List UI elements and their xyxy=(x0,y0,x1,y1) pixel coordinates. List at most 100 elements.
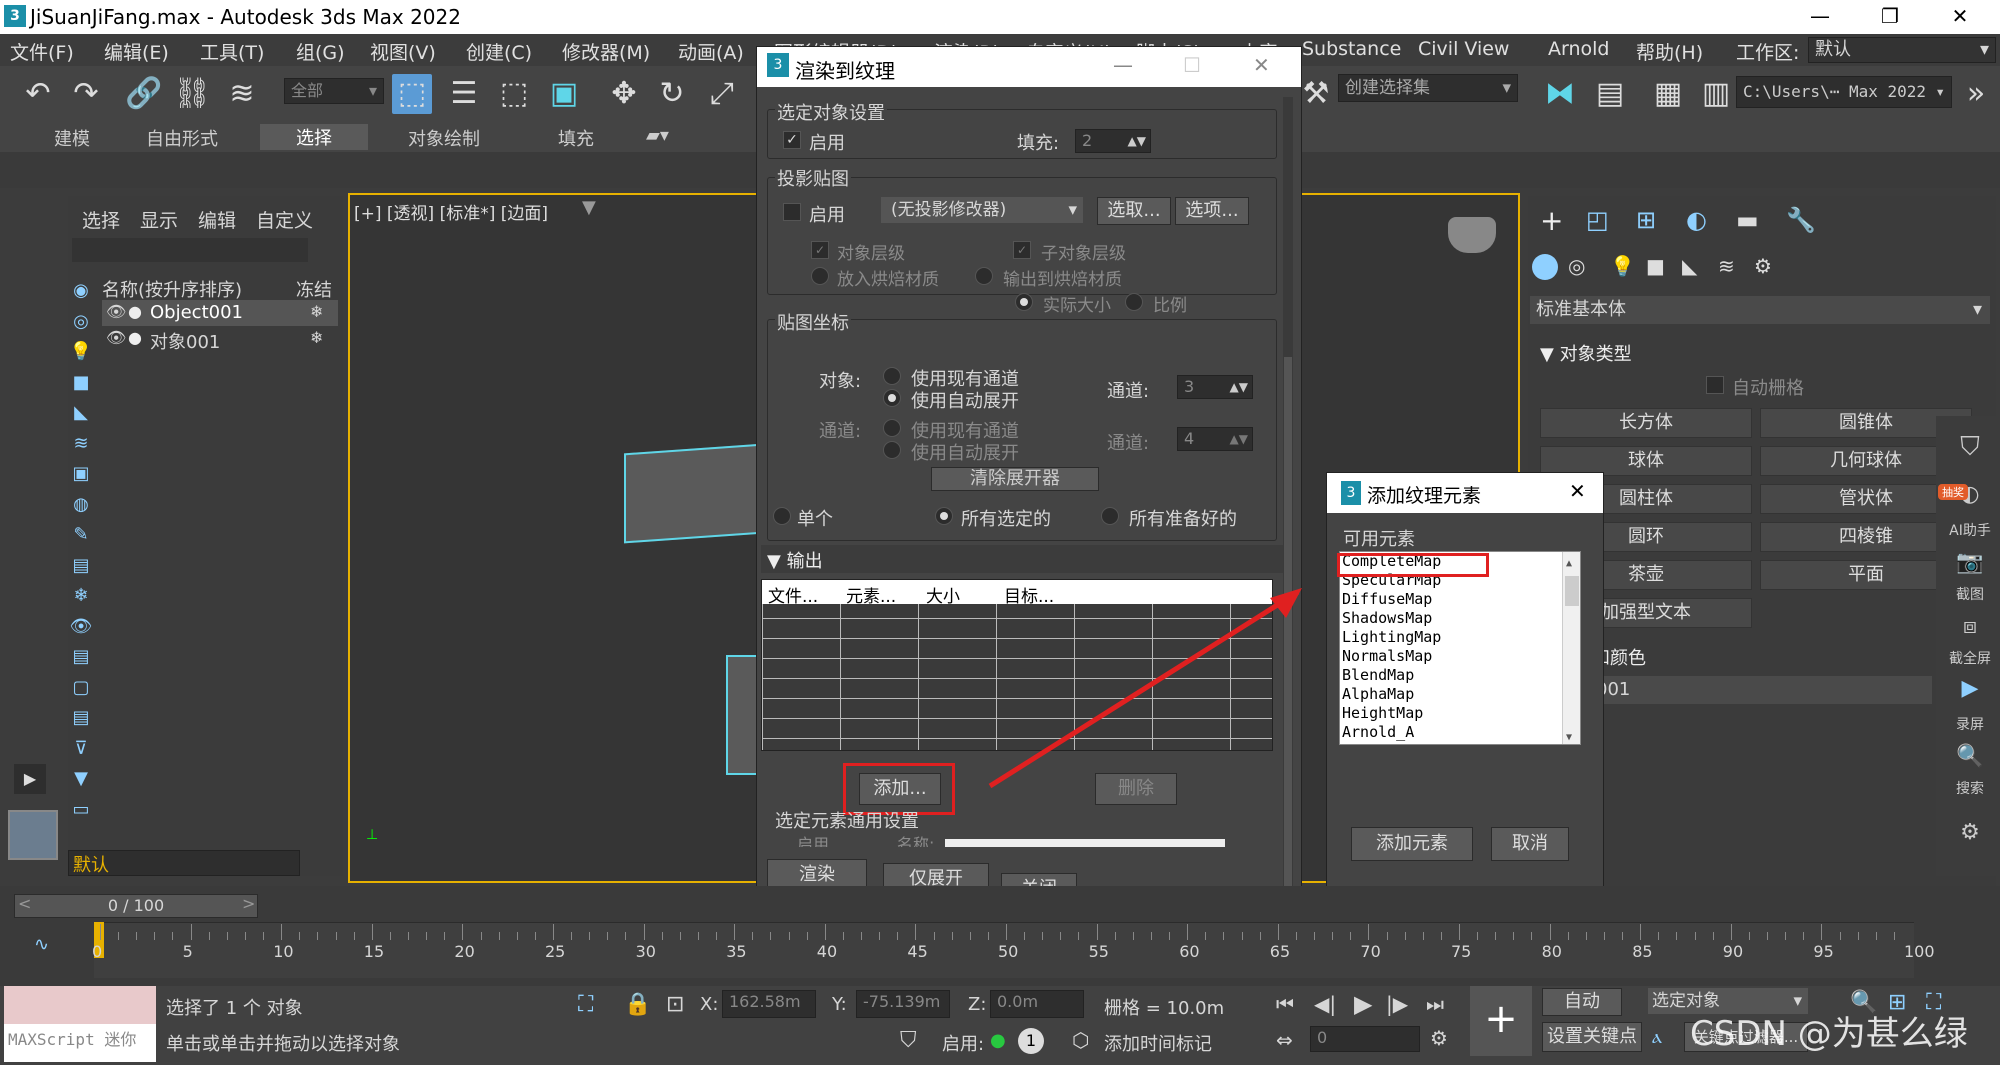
cancel-button[interactable]: 取消 xyxy=(1491,827,1569,861)
screenshot-icon[interactable]: ⧈ xyxy=(1940,614,2000,639)
menu-file[interactable]: 文件(F) xyxy=(10,38,74,65)
ribbon-options-icon[interactable]: ▰▾ xyxy=(646,125,669,146)
se-col-freeze[interactable]: 冻结 xyxy=(296,276,332,302)
selection-set-dropdown[interactable]: 创建选择集 ▾ xyxy=(1338,74,1518,102)
set-key-icon[interactable]: + xyxy=(1470,986,1532,1056)
auto-key-button[interactable]: 自动 xyxy=(1542,988,1622,1016)
box-button[interactable]: 长方体 xyxy=(1540,408,1752,438)
add-element-confirm-button[interactable]: 添加元素 xyxy=(1351,827,1473,861)
layer-icon[interactable]: ▭ xyxy=(68,795,94,826)
isolate-icon[interactable]: ⛶ xyxy=(578,992,593,1017)
time-tag-icon[interactable]: ⬡ xyxy=(1072,1028,1089,1052)
counter-badge[interactable]: 1 xyxy=(1018,1028,1044,1054)
clear-unwrap-button[interactable]: 清除展开器 xyxy=(931,467,1099,491)
geometry-filter-icon[interactable]: ◉ xyxy=(68,276,94,307)
record-label[interactable]: 录屏 xyxy=(1940,714,2000,734)
projection-enable-checkbox[interactable] xyxy=(783,203,801,221)
autogrid-checkbox[interactable] xyxy=(1706,376,1724,394)
workspace-dropdown[interactable]: 默认 ▾ xyxy=(1808,37,1996,63)
eye-icon[interactable]: 👁 xyxy=(106,302,126,321)
render-icon[interactable]: ● xyxy=(128,328,142,347)
camera-filter-icon[interactable]: ■ xyxy=(68,368,94,399)
se-menu-display[interactable]: 显示 xyxy=(140,206,178,233)
minimize-button[interactable]: — xyxy=(1113,53,1133,77)
x-coordinate-field[interactable]: 162.58m xyxy=(722,990,816,1018)
maxscript-input[interactable]: MAXScript 迷你 xyxy=(4,1024,156,1062)
set-key-button[interactable]: 设置关键点 xyxy=(1542,1022,1642,1052)
shield-icon[interactable]: ⛉ xyxy=(1940,432,2000,463)
elements-listbox[interactable]: CompleteMap SpecularMap DiffuseMap Shado… xyxy=(1339,551,1581,745)
utilities-tab-icon[interactable]: 🔧 xyxy=(1786,206,1816,234)
menu-civil-view[interactable]: Civil View xyxy=(1418,38,1509,60)
scroll-down-icon[interactable]: ▼ xyxy=(1566,728,1572,744)
single-radio[interactable] xyxy=(773,507,791,525)
group-filter-icon[interactable]: ▣ xyxy=(68,459,94,490)
object-level-checkbox[interactable]: ✓ xyxy=(811,241,829,259)
use-auto-unwrap-radio-2[interactable] xyxy=(883,441,901,459)
se-row-object001[interactable]: 👁 ● Object001 ❄ xyxy=(102,300,338,326)
output-rollout-header[interactable]: ▼ 输出 xyxy=(761,545,1287,573)
use-auto-unwrap-radio[interactable] xyxy=(883,389,901,407)
category-dropdown[interactable]: 标准基本体 ▾ xyxy=(1530,296,1990,324)
list-item[interactable]: DiffuseMap xyxy=(1340,590,1580,609)
cameras-category-icon[interactable]: ■ xyxy=(1646,254,1665,278)
overflow-icon[interactable]: » xyxy=(1956,74,1996,114)
systems-category-icon[interactable]: ⚙ xyxy=(1754,254,1772,278)
bone-filter-icon[interactable]: ✎ xyxy=(68,520,94,551)
padding-spinner[interactable]: 2 ▲▼ xyxy=(1075,129,1151,153)
freeze-icon[interactable]: ❄ xyxy=(310,328,323,347)
bind-space-warp-icon[interactable]: ≋ xyxy=(222,74,262,114)
list-item[interactable]: BlendMap xyxy=(1340,666,1580,685)
current-frame-field[interactable]: 0 xyxy=(1310,1026,1420,1052)
menu-tools[interactable]: 工具(T) xyxy=(200,38,264,65)
ribbon-tab-populate[interactable]: 填充 xyxy=(558,125,594,151)
play-mini-icon[interactable]: ▶ xyxy=(14,764,46,794)
shapes-category-icon[interactable]: ◎ xyxy=(1568,254,1585,278)
menu-animation[interactable]: 动画(A) xyxy=(678,38,744,65)
absolute-mode-icon[interactable]: ⊡ xyxy=(666,992,684,1017)
helpers-category-icon[interactable]: ◣ xyxy=(1682,254,1697,278)
object-name-field[interactable]: 001 xyxy=(1592,676,1932,704)
channel-spinner[interactable]: 3 ▲▼ xyxy=(1177,375,1253,399)
xref-filter-icon[interactable]: ◍ xyxy=(68,490,94,521)
gear-icon[interactable]: ⚙ xyxy=(1940,820,2000,845)
se-menu-select[interactable]: 选择 xyxy=(82,206,120,233)
list-item[interactable]: NormalsMap xyxy=(1340,647,1580,666)
se-menu-edit[interactable]: 编辑 xyxy=(198,206,236,233)
select-by-name-icon[interactable]: ☰ xyxy=(444,74,484,114)
scene-explorer-icon[interactable]: ▦ xyxy=(1648,74,1688,114)
channel-spinner-2[interactable]: 4 ▲▼ xyxy=(1177,427,1253,451)
ribbon-tab-selection[interactable]: 选择 xyxy=(260,124,368,150)
proportion-radio[interactable] xyxy=(1125,293,1143,311)
time-config-icon[interactable]: ⚙ xyxy=(1430,1026,1448,1050)
menu-edit[interactable]: 编辑(E) xyxy=(104,38,169,65)
scroll-up-icon[interactable]: ▲ xyxy=(1566,554,1572,573)
viewport-thumbnail[interactable] xyxy=(8,810,58,860)
use-existing-radio[interactable] xyxy=(883,367,901,385)
ribbon-tab-modeling[interactable]: 建模 xyxy=(54,125,90,151)
hierarchy-tab-icon[interactable]: ⊞ xyxy=(1636,206,1656,234)
lock-icon[interactable]: 🔒 xyxy=(624,992,651,1017)
menu-create[interactable]: 创建(C) xyxy=(466,38,532,65)
add-time-tag[interactable]: 添加时间标记 xyxy=(1104,1030,1212,1056)
scale-icon[interactable]: ⤢ xyxy=(702,74,742,114)
unlink-icon[interactable]: ⛓ xyxy=(172,74,212,114)
listbox-scrollbar[interactable]: ▲ ▼ xyxy=(1562,552,1580,744)
se-search-input[interactable] xyxy=(72,238,308,262)
align-icon[interactable]: ▤ xyxy=(1590,74,1630,114)
spinner-arrows-icon[interactable]: ▲▼ xyxy=(1230,428,1248,450)
next-key-icon[interactable]: |▶ xyxy=(1386,992,1408,1016)
viewcube-icon[interactable] xyxy=(1448,217,1496,253)
search-label[interactable]: 搜索 xyxy=(1940,778,2000,798)
adaptive-degradation-icon[interactable]: ⛉ xyxy=(900,1028,917,1053)
projection-modifier-dropdown[interactable]: (无投影修改器) ▾ xyxy=(881,197,1083,223)
list-item[interactable]: AlphaMap xyxy=(1340,685,1580,704)
frame-step-icon[interactable]: ⇔ xyxy=(1276,1028,1293,1052)
helper-filter-icon[interactable]: ◣ xyxy=(68,398,94,429)
pick-button[interactable]: 选取... xyxy=(1097,197,1171,225)
spacewarp-filter-icon[interactable]: ≋ xyxy=(68,429,94,460)
filter-icon[interactable]: ▼ xyxy=(582,197,596,218)
z-coordinate-field[interactable]: 0.0m xyxy=(990,990,1084,1018)
ribbon-tab-object-paint[interactable]: 对象绘制 xyxy=(408,125,480,151)
object-type-header[interactable]: ▼ 对象类型 xyxy=(1540,340,1632,366)
